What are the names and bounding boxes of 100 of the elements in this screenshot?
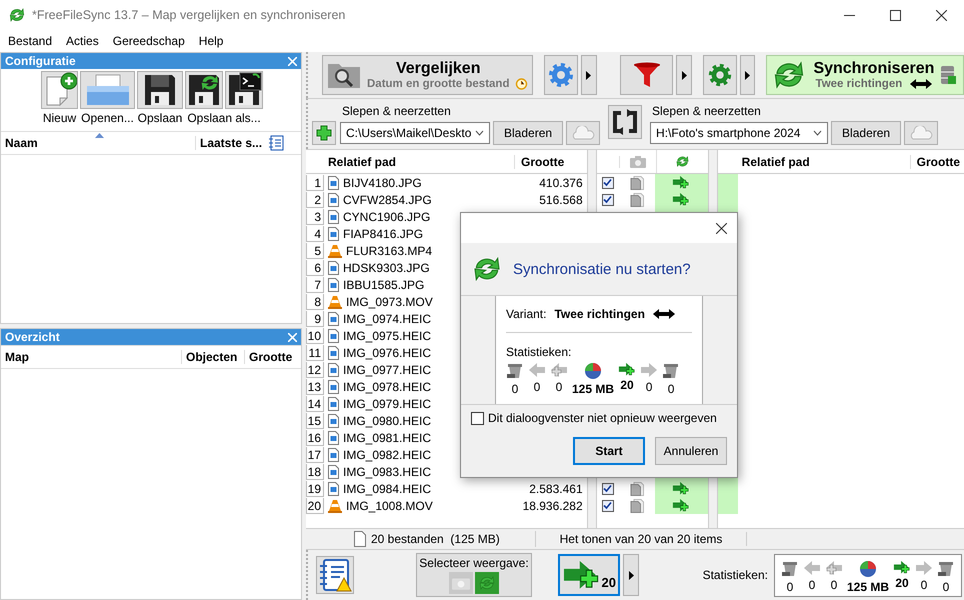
maximize-icon[interactable] [890,10,901,20]
file-name: IMG_0984.HEIC [343,482,432,496]
file-name: IMG_0974.HEIC [343,312,432,326]
checkbox[interactable] [602,500,614,512]
menu-item[interactable]: Bestand [8,34,52,48]
menu-item[interactable]: Help [198,34,224,48]
minimize-icon[interactable] [844,14,855,16]
checkbox[interactable] [602,194,614,206]
close-icon[interactable] [716,222,727,234]
file-icon [630,192,644,206]
triangle-icon [745,70,750,80]
stat-value: 0 [646,380,652,394]
row-number: 18 [306,464,324,480]
checkbox[interactable] [471,412,484,424]
config-toolbar-button[interactable] [225,71,263,109]
settings-icon [547,61,576,89]
view-selector-label: Selecteer weergave: [419,556,529,570]
config-toolbar-button[interactable] [137,71,183,109]
triangle-icon [682,70,687,80]
view-toggle[interactable] [449,572,473,594]
column-header[interactable]: Grootte [245,350,292,364]
file-name: FLUR3163.MP4 [346,244,432,258]
folder-path-field[interactable]: C:\Users\Maikel\Deskto [340,122,490,144]
swap-button[interactable] [608,105,642,139]
checkbox[interactable] [602,176,614,188]
image-file-icon [328,312,339,326]
drop-hint: Slepen & neerzetten [341,104,452,118]
view-toggle[interactable] [475,572,499,594]
column-header[interactable]: Relatief pad [324,154,514,168]
cone-icon [328,498,342,512]
image-file-icon [328,464,339,478]
image-file-icon [328,346,339,360]
dropdown-button[interactable] [740,55,756,95]
filter-button[interactable] [620,55,674,95]
log-button[interactable] [316,556,354,594]
row-highlight [718,191,738,208]
browse-button[interactable]: Bladeren [493,120,564,144]
plus-arrow-icon [672,175,690,190]
dropdown-icon [475,130,484,136]
file-size: 18.936.282 [522,498,583,512]
plus-icon [316,124,332,140]
double-arrow-icon [652,309,675,319]
file-name: IMG_0983.HEIC [343,464,432,478]
stat-value: 20 [620,378,634,392]
variant-value: Twee richtingen [554,307,645,321]
file-name: CYNC1906.JPG [343,210,430,224]
compare-button[interactable]: Vergelijken Datum en grootte bestand [322,55,534,95]
cancel-button[interactable]: Annuleren [655,437,727,465]
column-header[interactable]: Naam [5,136,195,150]
image-file-icon [328,448,339,462]
menu-item[interactable]: Gereedschap [112,34,185,48]
config-toolbar-button[interactable] [185,71,223,109]
synchronize-button[interactable]: Synchroniseren Twee richtingen [766,55,964,95]
row-number: 19 [306,480,324,496]
add-folder-button[interactable] [312,120,336,144]
database-icon [940,65,956,85]
row-number: 3 [306,208,324,224]
dropdown-button[interactable] [676,55,692,95]
notebook-icon[interactable] [268,135,284,151]
cone-icon [328,294,342,308]
stat-value: 0 [920,578,928,592]
column-header[interactable]: Laatste s... [195,136,268,150]
image-file-icon [328,482,339,496]
image-file-icon [328,430,339,444]
row-number: 13 [306,378,324,394]
variant-label: Variant: [506,307,546,321]
row-highlight [718,174,738,191]
image-file-icon [328,414,339,428]
config-toolbar-button[interactable] [41,71,78,109]
row-number: 1 [306,174,324,190]
stat-value: 0 [668,382,674,396]
column-header[interactable]: Grootte [910,154,964,168]
browse-button[interactable]: Bladeren [831,120,902,144]
drop-hint: Slepen & neerzetten [651,104,762,118]
dropdown-button[interactable] [623,554,639,596]
stat-value: 125 MB [846,580,889,594]
column-header[interactable]: Map [5,350,181,364]
file-name: FIAP8416.JPG [343,226,424,240]
file-icon [630,498,644,512]
dropdown-button[interactable] [581,55,597,95]
file-icon [630,482,644,496]
file-name: IMG_0977.HEIC [343,362,432,376]
menu-item[interactable]: Acties [66,34,99,48]
file-count: 20 bestanden (125 MB) [371,532,500,546]
cone-icon [328,244,342,258]
column-header[interactable]: Relatief pad [738,154,910,168]
row-number: 15 [306,412,324,428]
sort-arrow-icon [95,133,104,138]
column-header[interactable]: Objecten [181,350,245,364]
button-label: Openen... [80,110,135,125]
file-name: IMG_0979.HEIC [343,396,432,410]
row-number: 10 [306,328,324,344]
image-file-icon [328,278,339,292]
sync-count-button[interactable]: 20 [558,554,620,596]
dialog-title: Synchronisatie nu starten? [513,260,691,278]
checkbox[interactable] [602,482,614,494]
close-icon[interactable] [936,10,947,20]
folder-path-field[interactable]: H:\Foto's smartphone 2024 [650,122,828,144]
start-button[interactable]: Start [573,437,645,465]
stat-value: 0 [830,578,838,592]
